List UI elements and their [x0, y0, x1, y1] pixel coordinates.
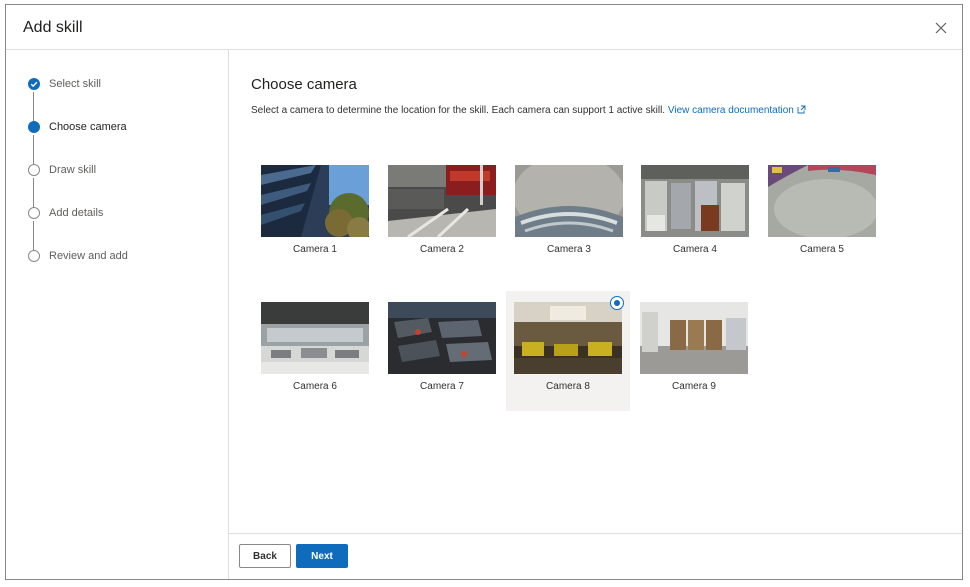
- pending-step-icon: [28, 164, 40, 176]
- step-add-details[interactable]: Add details: [28, 203, 103, 223]
- camera-label: Camera 3: [547, 244, 591, 255]
- next-button[interactable]: Next: [296, 544, 348, 568]
- step-choose-camera[interactable]: Choose camera: [28, 117, 127, 137]
- camera-card-2[interactable]: Camera 2: [380, 154, 504, 274]
- step-review-and-add[interactable]: Review and add: [28, 246, 128, 266]
- external-link-icon: [797, 105, 806, 117]
- add-skill-dialog: Add skill Select skill Choose camera Dra…: [5, 4, 963, 580]
- camera-card-7[interactable]: Camera 7: [380, 291, 504, 411]
- step-label: Draw skill: [49, 164, 97, 176]
- page-description: Select a camera to determine the locatio…: [251, 105, 806, 117]
- step-draw-skill[interactable]: Draw skill: [28, 160, 96, 180]
- dialog-header: Add skill: [6, 5, 962, 50]
- step-select-skill[interactable]: Select skill: [28, 74, 101, 94]
- camera-8-thumbnail: [514, 302, 622, 374]
- camera-4-thumbnail: [641, 165, 749, 237]
- camera-card-4[interactable]: Camera 4: [633, 154, 757, 274]
- link-text: View camera documentation: [667, 105, 794, 116]
- close-icon[interactable]: [934, 21, 948, 35]
- camera-label: Camera 5: [800, 244, 844, 255]
- steps-sidebar: Select skill Choose camera Draw skill Ad…: [6, 49, 229, 579]
- dialog-footer: Back Next: [229, 533, 962, 579]
- camera-card-3[interactable]: Camera 3: [507, 154, 631, 274]
- camera-5-thumbnail: [768, 165, 876, 237]
- camera-label: Camera 1: [293, 244, 337, 255]
- camera-card-9[interactable]: Camera 9: [632, 291, 756, 411]
- camera-label: Camera 6: [293, 381, 337, 392]
- description-text: Select a camera to determine the locatio…: [251, 105, 666, 116]
- page-title: Choose camera: [251, 76, 357, 93]
- pending-step-icon: [28, 250, 40, 262]
- camera-label: Camera 7: [420, 381, 464, 392]
- camera-label: Camera 8: [546, 381, 590, 392]
- camera-card-6[interactable]: Camera 6: [253, 291, 377, 411]
- camera-3-thumbnail: [515, 165, 623, 237]
- camera-card-5[interactable]: Camera 5: [760, 154, 884, 274]
- step-label: Select skill: [49, 78, 101, 90]
- pending-step-icon: [28, 207, 40, 219]
- radio-selected-icon: [610, 296, 624, 310]
- camera-1-thumbnail: [261, 165, 369, 237]
- back-button[interactable]: Back: [239, 544, 291, 568]
- check-icon: [28, 78, 40, 90]
- step-label: Choose camera: [49, 121, 127, 133]
- camera-documentation-link[interactable]: View camera documentation: [668, 105, 806, 116]
- camera-label: Camera 2: [420, 244, 464, 255]
- step-label: Add details: [49, 207, 104, 219]
- camera-label: Camera 9: [672, 381, 716, 392]
- camera-label: Camera 4: [673, 244, 717, 255]
- camera-2-thumbnail: [388, 165, 496, 237]
- camera-6-thumbnail: [261, 302, 369, 374]
- dialog-title: Add skill: [23, 19, 83, 36]
- current-step-icon: [28, 121, 40, 133]
- camera-card-1[interactable]: Camera 1: [253, 154, 377, 274]
- camera-card-8[interactable]: Camera 8: [506, 291, 630, 411]
- camera-7-thumbnail: [388, 302, 496, 374]
- step-label: Review and add: [49, 250, 128, 262]
- camera-9-thumbnail: [640, 302, 748, 374]
- main-content: Choose camera Select a camera to determi…: [229, 49, 962, 534]
